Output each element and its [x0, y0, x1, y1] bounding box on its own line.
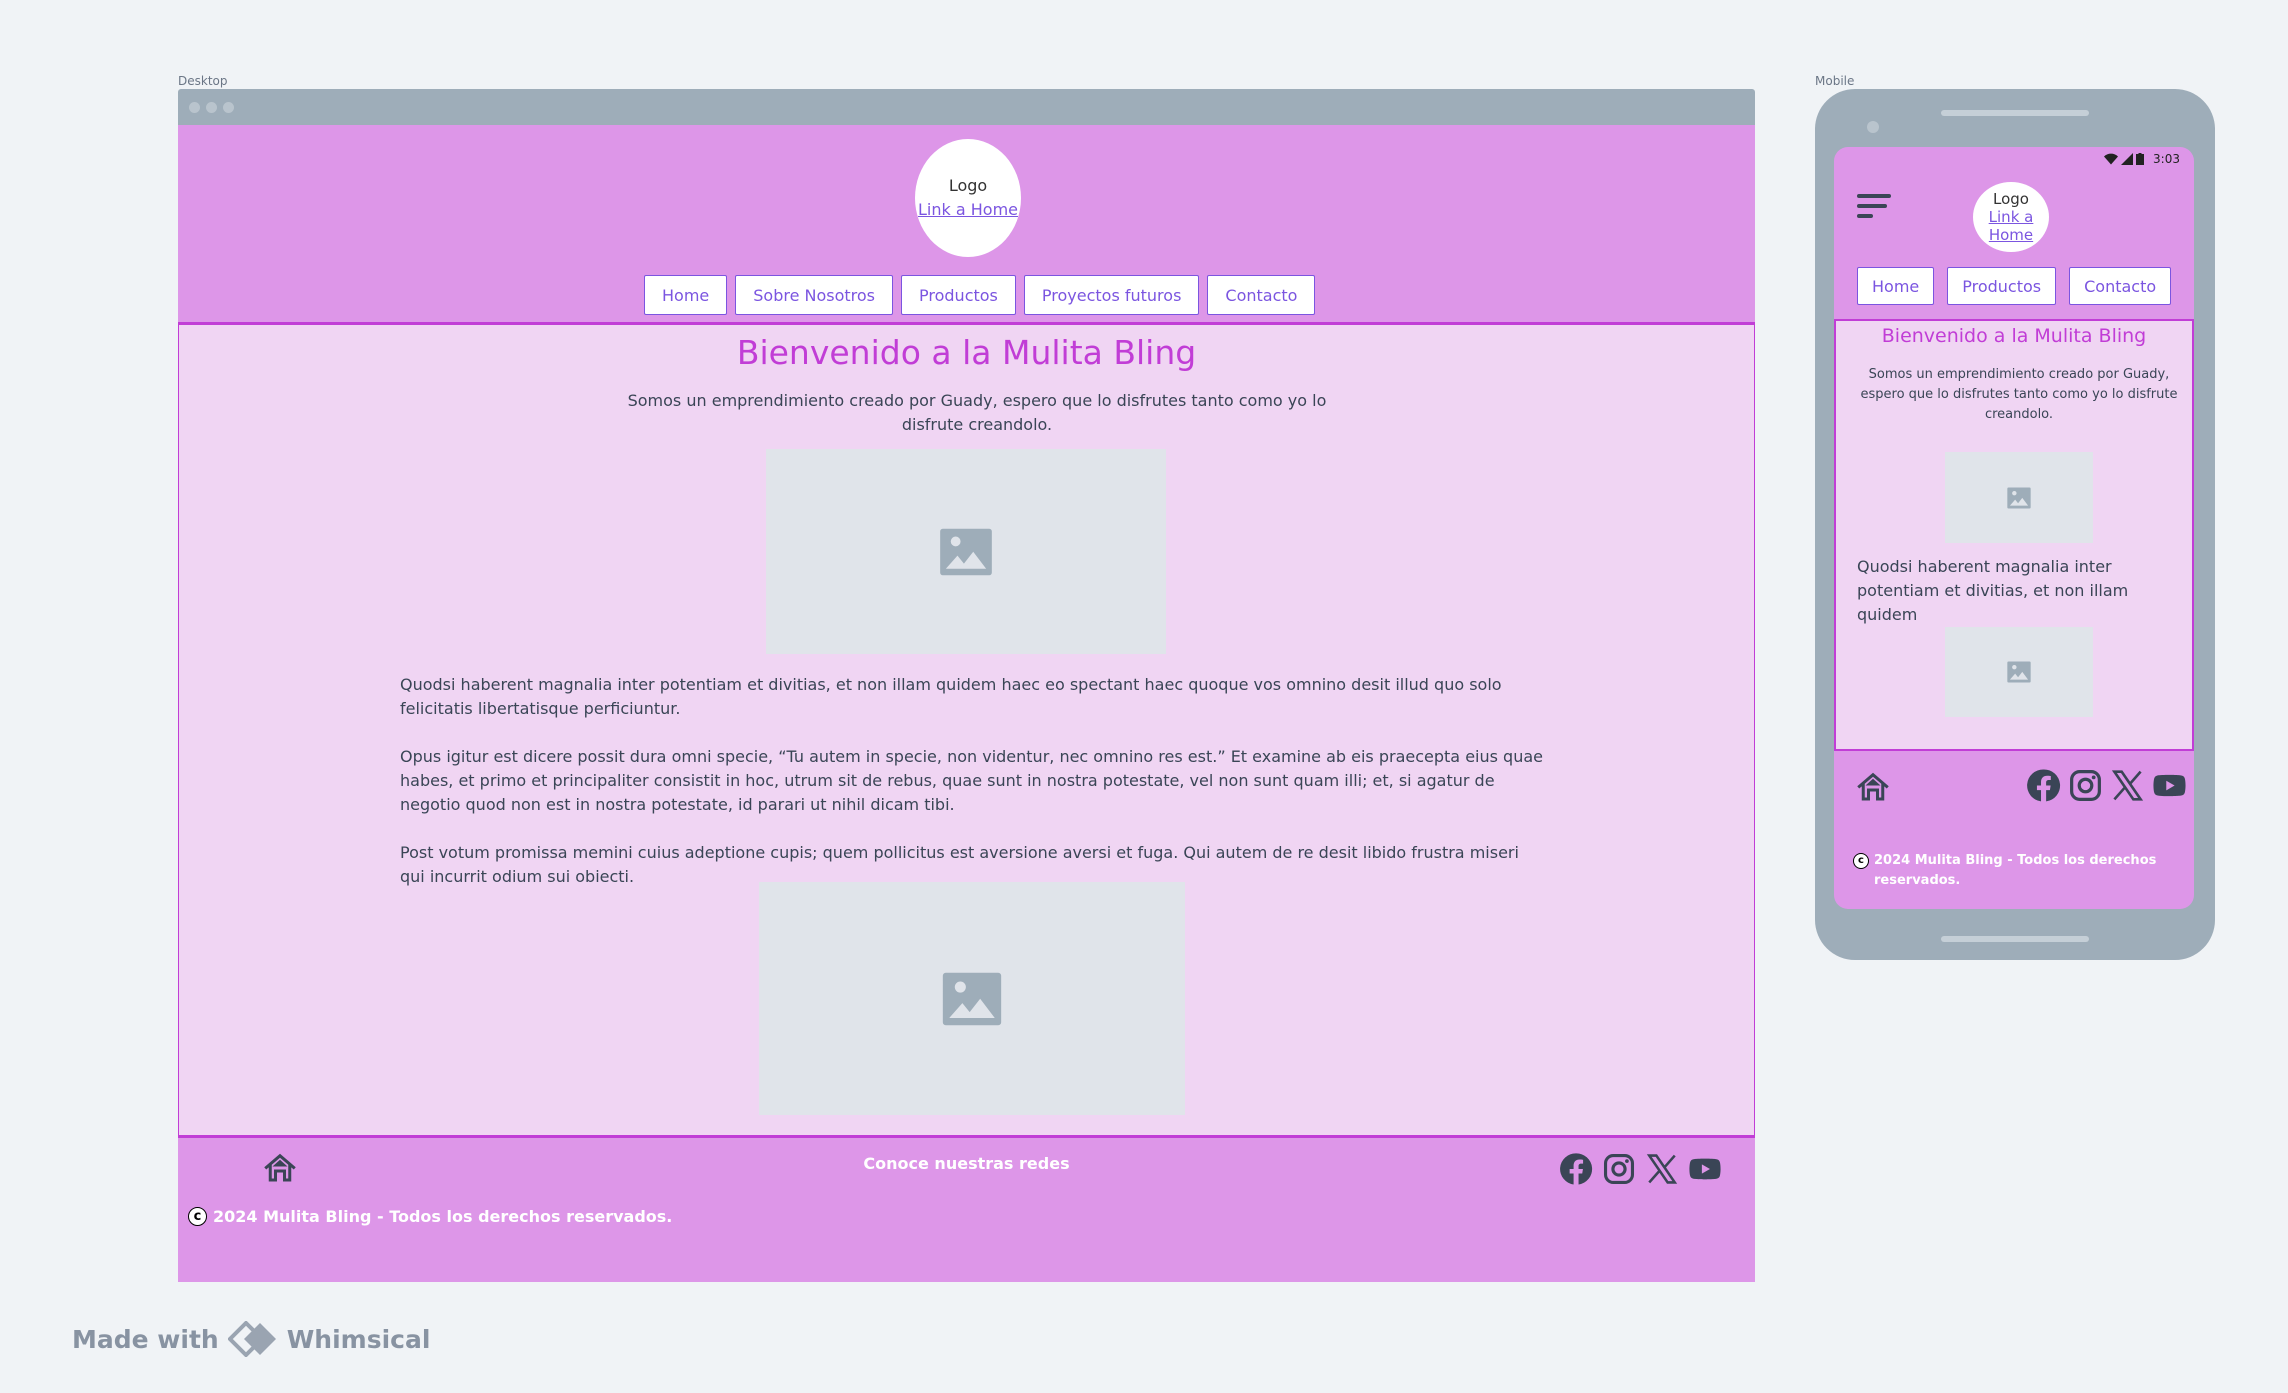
home-icon[interactable] — [1855, 769, 1891, 805]
site-header: Logo Link a Home Home Productos Contacto — [1834, 147, 2194, 319]
mobile-frame-label: Mobile — [1815, 74, 1855, 88]
copyright-text: 2024 Mulita Bling - Todos los derechos r… — [213, 1207, 673, 1226]
main-nav: Home Productos Contacto — [1857, 267, 2172, 305]
phone-home-bar — [1941, 936, 2089, 942]
logo-text: Logo — [948, 176, 988, 195]
nav-proyectos-futuros[interactable]: Proyectos futuros — [1023, 275, 1200, 315]
image-icon — [935, 521, 997, 583]
phone-speaker — [1941, 110, 2089, 116]
copyright-text: 2024 Mulita Bling - Todos los derechos r… — [1874, 853, 2157, 888]
logo: Logo Link a Home — [1973, 182, 2049, 252]
desktop-frame-label: Desktop — [178, 74, 228, 88]
nav-contacto[interactable]: Contacto — [1207, 275, 1316, 315]
nav-productos[interactable]: Productos — [901, 275, 1016, 315]
instagram-icon[interactable] — [2068, 768, 2103, 803]
x-icon[interactable] — [1645, 1152, 1679, 1186]
mobile-wireframe: 3:03 Logo Link a Home Home Productos Con… — [1815, 89, 2215, 960]
phone-camera — [1867, 121, 1879, 133]
page-subtitle: Somos un emprendimiento creado por Guady… — [627, 391, 1327, 434]
facebook-icon[interactable] — [1559, 1152, 1593, 1186]
window-dot-maximize[interactable] — [223, 101, 234, 113]
logo: Logo Link a Home — [915, 139, 1021, 257]
youtube-icon[interactable] — [1688, 1152, 1722, 1186]
facebook-icon[interactable] — [2026, 768, 2061, 803]
made-with-badge[interactable]: Made with Whimsical — [72, 1321, 430, 1357]
nav-productos[interactable]: Productos — [1947, 267, 2057, 305]
window-dot-minimize[interactable] — [206, 101, 217, 113]
home-link[interactable]: Link a Home — [1973, 208, 2049, 244]
copyright: c 2024 Mulita Bling - Todos los derechos… — [1853, 851, 2173, 891]
nav-home[interactable]: Home — [1857, 267, 1935, 305]
copyright-icon: c — [188, 1207, 207, 1226]
paragraph: Opus igitur est dicere possit dura omni … — [400, 747, 1543, 814]
main-nav: Home Sobre Nosotros Productos Proyectos … — [644, 275, 1316, 315]
logo-text: Logo — [1993, 190, 2029, 208]
site-footer: Conoce nuestras redes c 2024 Mulita Blin… — [178, 1135, 1755, 1282]
whimsical-brand-text: Whimsical — [286, 1324, 431, 1354]
copyright-icon: c — [1853, 853, 1869, 869]
paragraph: Quodsi haberent magnalia inter potentiam… — [400, 675, 1502, 718]
image-placeholder — [766, 449, 1166, 654]
desktop-wireframe: Logo Link a Home Home Sobre Nosotros Pro… — [178, 89, 1755, 1283]
page-title: Bienvenido a la Mulita Bling — [736, 333, 1197, 372]
social-links — [2026, 768, 2187, 803]
browser-title-bar — [178, 89, 1755, 125]
image-placeholder — [1945, 452, 2093, 543]
nav-contacto[interactable]: Contacto — [2069, 267, 2172, 305]
page-title: Bienvenido a la Mulita Bling — [1881, 325, 2147, 347]
image-icon — [2005, 658, 2033, 686]
site-header: Logo Link a Home Home Sobre Nosotros Pro… — [178, 125, 1755, 325]
x-icon[interactable] — [2110, 768, 2145, 803]
site-footer: c 2024 Mulita Bling - Todos los derechos… — [1834, 751, 2194, 909]
copyright: c 2024 Mulita Bling - Todos los derechos… — [188, 1207, 672, 1226]
nav-home[interactable]: Home — [644, 275, 728, 315]
whimsical-logo-icon — [227, 1321, 276, 1357]
home-link[interactable]: Link a Home — [918, 198, 1018, 222]
image-icon — [937, 964, 1007, 1034]
image-placeholder — [759, 882, 1185, 1115]
made-with-text: Made with — [72, 1324, 219, 1354]
window-dot-close[interactable] — [189, 101, 200, 113]
main-content: Bienvenido a la Mulita Bling Somos un em… — [1834, 319, 2194, 751]
nav-sobre-nosotros[interactable]: Sobre Nosotros — [735, 275, 894, 315]
page-subtitle: Somos un emprendimiento creado por Guady… — [1860, 367, 2178, 422]
instagram-icon[interactable] — [1602, 1152, 1636, 1186]
social-links — [1559, 1152, 1722, 1186]
phone-screen: 3:03 Logo Link a Home Home Productos Con… — [1834, 147, 2194, 909]
social-heading: Conoce nuestras redes — [863, 1154, 1070, 1173]
main-content: Bienvenido a la Mulita Bling Somos un em… — [178, 325, 1755, 1135]
image-placeholder — [1945, 627, 2093, 717]
paragraph: Quodsi haberent magnalia inter potentiam… — [1857, 557, 2129, 624]
hamburger-menu-icon[interactable] — [1857, 192, 1891, 220]
image-icon — [2005, 484, 2033, 512]
youtube-icon[interactable] — [2152, 768, 2187, 803]
body-text: Quodsi haberent magnalia inter potentiam… — [400, 673, 1545, 913]
